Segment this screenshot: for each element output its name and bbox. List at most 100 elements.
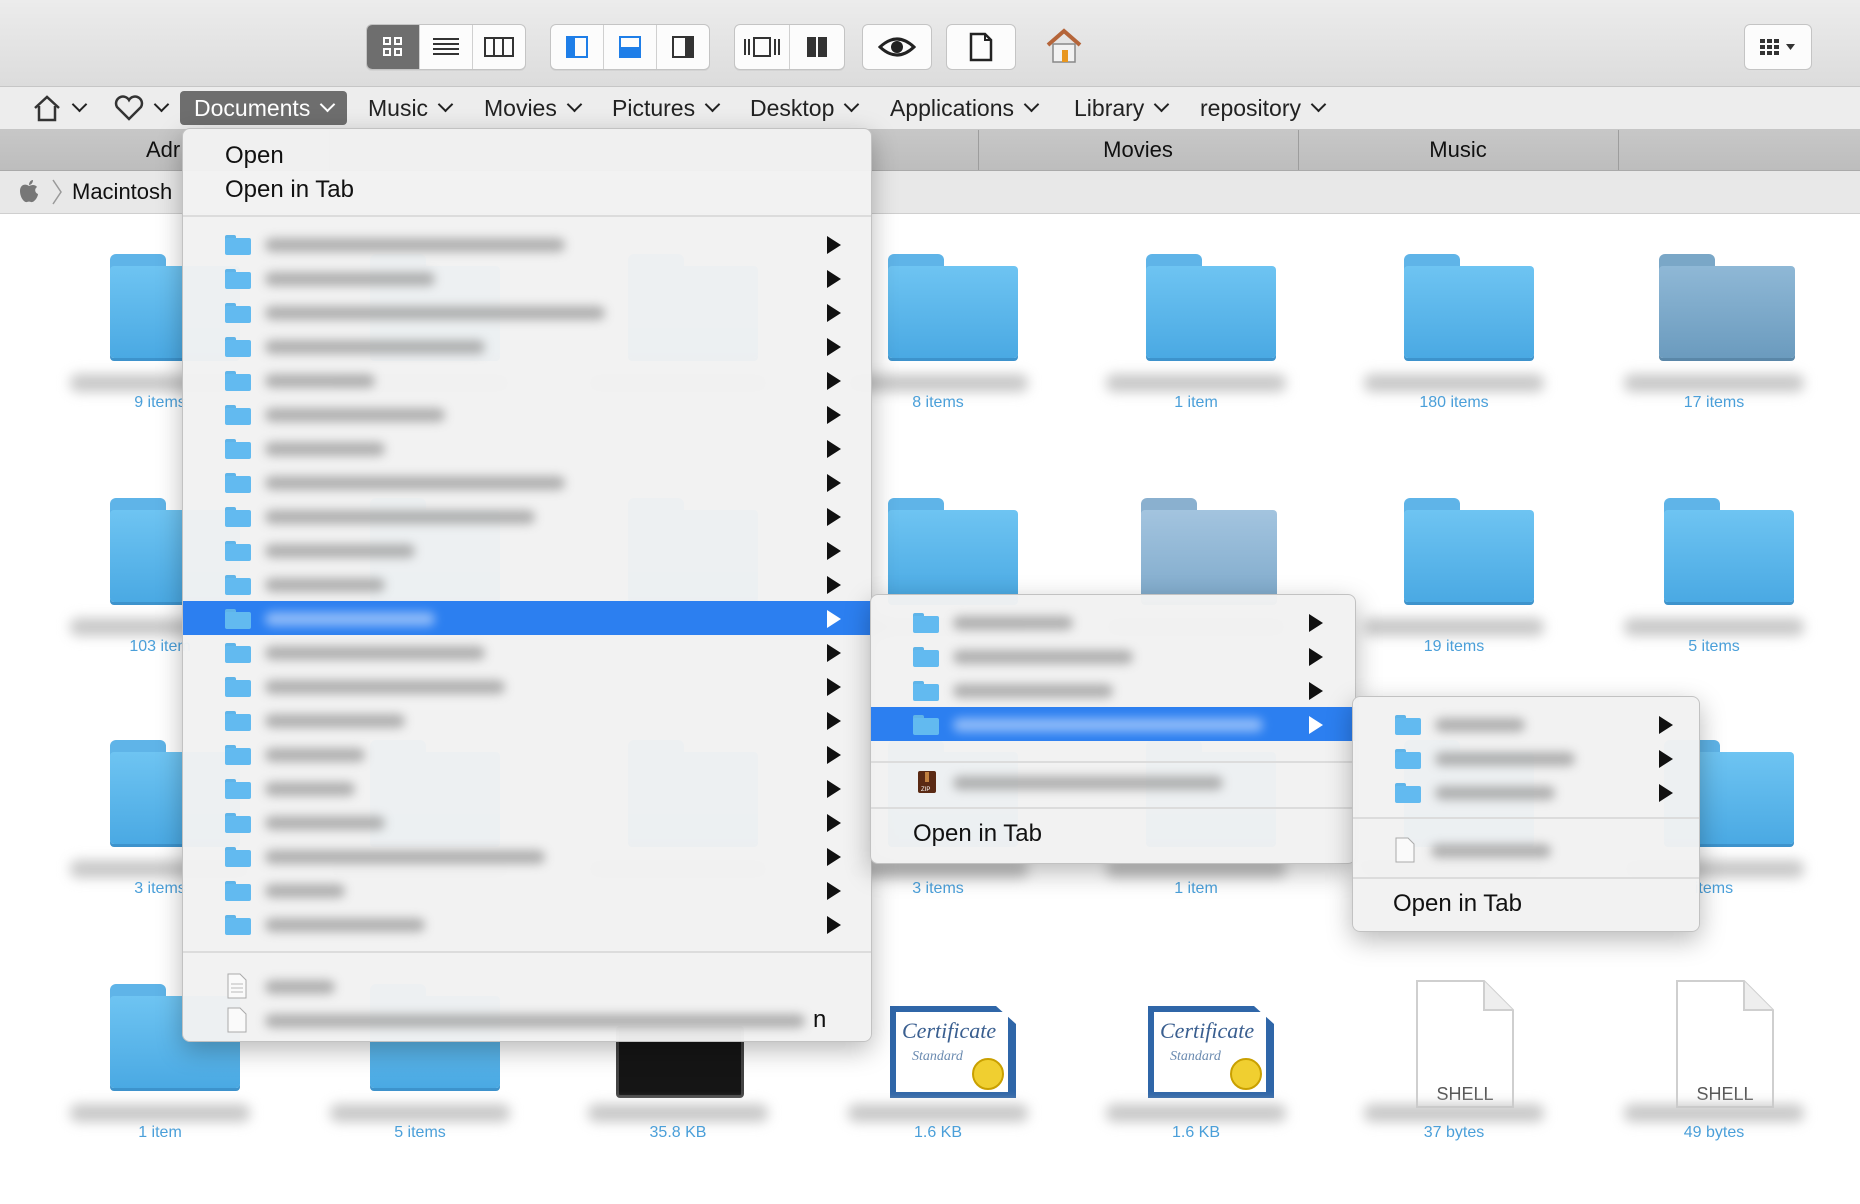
menu-open-in-tab[interactable]: Open in Tab bbox=[1393, 887, 1522, 921]
right-pane-button[interactable] bbox=[657, 25, 709, 69]
favorite-home[interactable] bbox=[18, 91, 99, 125]
browser-mode-segment bbox=[734, 24, 845, 70]
folder-icon bbox=[913, 681, 939, 701]
favorite-library[interactable]: Library bbox=[1060, 91, 1181, 125]
favorite-music[interactable]: Music bbox=[354, 91, 465, 125]
submenu-folder-item[interactable] bbox=[183, 431, 871, 465]
tab-item[interactable]: Movies bbox=[978, 130, 1299, 170]
menu-open[interactable]: Open bbox=[225, 139, 284, 173]
folder-icon bbox=[225, 813, 251, 833]
item-info: 37 bytes bbox=[1423, 1124, 1485, 1141]
favorite-movies[interactable]: Movies bbox=[470, 91, 594, 125]
submenu-folder-item[interactable] bbox=[183, 499, 871, 533]
tab-item[interactable]: Music bbox=[1298, 130, 1619, 170]
blurred-filename bbox=[265, 980, 335, 994]
column-view-button[interactable] bbox=[473, 25, 525, 69]
item-info: 1.6 KB bbox=[913, 1124, 963, 1141]
chevron-down-icon bbox=[1310, 96, 1327, 112]
submenu-folder-item[interactable] bbox=[183, 805, 871, 839]
icon-view-button[interactable] bbox=[367, 25, 420, 69]
blurred-folder-name bbox=[953, 650, 1133, 664]
submenu-arrow-icon bbox=[827, 542, 841, 560]
submenu-folder-item[interactable] bbox=[183, 465, 871, 499]
submenu-folder-item[interactable] bbox=[183, 363, 871, 397]
submenu-folder-item[interactable] bbox=[1353, 775, 1699, 809]
menu-file-item[interactable] bbox=[1353, 833, 1699, 867]
new-file-button[interactable] bbox=[946, 24, 1016, 70]
favorite-repository[interactable]: repository bbox=[1186, 91, 1338, 125]
submenu-folder-item[interactable] bbox=[183, 227, 871, 261]
blank-file-icon bbox=[1395, 837, 1415, 863]
submenu-folder-item[interactable] bbox=[183, 703, 871, 737]
chevron-down-icon bbox=[1023, 96, 1040, 112]
item-info: 19 items bbox=[1423, 638, 1485, 655]
submenu-folder-item[interactable] bbox=[871, 639, 1355, 673]
tab-item[interactable] bbox=[1618, 130, 1860, 170]
menu-file-item[interactable] bbox=[183, 969, 871, 1003]
submenu-folder-item[interactable] bbox=[183, 397, 871, 431]
menu-open-in-tab[interactable]: Open in Tab bbox=[225, 173, 354, 207]
submenu-folder-item[interactable] bbox=[183, 839, 871, 873]
blurred-folder-name bbox=[265, 816, 385, 830]
submenu-folder-item[interactable] bbox=[871, 707, 1355, 741]
favorite-pictures[interactable]: Pictures bbox=[598, 91, 732, 125]
coverflow-button[interactable] bbox=[735, 25, 790, 69]
submenu-folder-item[interactable] bbox=[183, 601, 871, 635]
submenu-arrow-icon bbox=[827, 236, 841, 254]
submenu-folder-item[interactable] bbox=[183, 261, 871, 295]
favorite-label: Library bbox=[1074, 95, 1145, 121]
submenu-folder-item[interactable] bbox=[183, 533, 871, 567]
favorite-desktop[interactable]: Desktop bbox=[736, 91, 871, 125]
favorite-label: Applications bbox=[890, 95, 1015, 121]
blurred-filename bbox=[265, 1014, 805, 1028]
blurred-folder-name bbox=[1435, 752, 1575, 766]
bottom-pane-button[interactable] bbox=[604, 25, 657, 69]
submenu-folder-item[interactable] bbox=[183, 669, 871, 703]
submenu-folder-item[interactable] bbox=[871, 673, 1355, 707]
quick-look-button[interactable] bbox=[862, 24, 932, 70]
grid-item[interactable]: SHELL 49 bytes bbox=[1584, 944, 1844, 1174]
blurred-folder-name bbox=[265, 408, 445, 422]
blurred-item-name bbox=[1364, 374, 1544, 392]
favorite-applications[interactable]: Applications bbox=[876, 91, 1051, 125]
submenu-folder-item[interactable] bbox=[183, 329, 871, 363]
blurred-folder-name bbox=[265, 544, 415, 558]
menu-file-item[interactable]: n bbox=[183, 1003, 871, 1037]
submenu-folder-item[interactable] bbox=[183, 295, 871, 329]
submenu-folder-item[interactable] bbox=[871, 605, 1355, 639]
submenu-arrow-icon bbox=[827, 304, 841, 322]
submenu-folder-item[interactable] bbox=[183, 737, 871, 771]
submenu-folder-item[interactable] bbox=[183, 635, 871, 669]
path-segment[interactable]: Macintosh bbox=[72, 179, 172, 205]
submenu-arrow-icon bbox=[827, 440, 841, 458]
left-pane-button[interactable] bbox=[551, 25, 604, 69]
grid-item[interactable]: Certificate Standard 1.6 KB bbox=[1066, 944, 1326, 1174]
submenu-folder-item[interactable] bbox=[1353, 707, 1699, 741]
home-button[interactable] bbox=[1030, 24, 1098, 68]
favorite-label: Music bbox=[368, 95, 429, 121]
menu-separator bbox=[871, 807, 1355, 809]
shell-label: SHELL bbox=[1696, 1084, 1754, 1104]
grid-item[interactable]: 1 item bbox=[1066, 214, 1326, 444]
grid-item[interactable]: 17 items bbox=[1584, 214, 1844, 444]
arrange-menu-button[interactable] bbox=[1744, 24, 1812, 70]
favorite-label: Movies bbox=[484, 95, 557, 121]
item-info: 1.6 KB bbox=[1171, 1124, 1221, 1141]
blank-file-icon bbox=[227, 1007, 247, 1033]
menu-open-in-tab[interactable]: Open in Tab bbox=[913, 817, 1042, 851]
submenu-folder-item[interactable] bbox=[183, 567, 871, 601]
blurred-folder-name bbox=[265, 442, 385, 456]
grid-item[interactable]: 180 items bbox=[1324, 214, 1584, 444]
submenu-folder-item[interactable] bbox=[183, 873, 871, 907]
list-view-button[interactable] bbox=[420, 25, 473, 69]
submenu-folder-item[interactable] bbox=[183, 771, 871, 805]
submenu-folder-item[interactable] bbox=[183, 907, 871, 941]
menu-file-item[interactable]: ZIP bbox=[871, 765, 1355, 799]
favorite-documents[interactable]: Documents bbox=[180, 91, 348, 125]
dual-pane-button[interactable] bbox=[790, 25, 844, 69]
grid-item[interactable]: 19 items bbox=[1324, 458, 1584, 688]
grid-item[interactable]: SHELL 37 bytes bbox=[1324, 944, 1584, 1174]
favorite-heart[interactable] bbox=[100, 91, 181, 125]
submenu-folder-item[interactable] bbox=[1353, 741, 1699, 775]
grid-item[interactable]: 5 items bbox=[1584, 458, 1844, 688]
